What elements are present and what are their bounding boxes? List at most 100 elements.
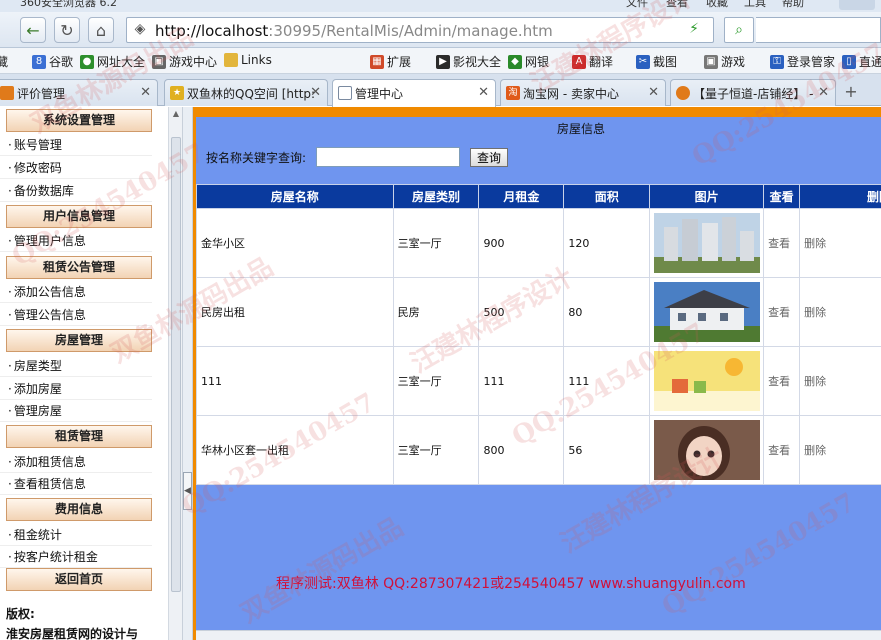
bookmark-favorites[interactable]: 藏: [0, 53, 8, 70]
sidebar-item-rent-statistics[interactable]: 租金统计: [0, 524, 152, 546]
tab-liangzi-hengdao[interactable]: 【量子恒道-店铺经】 - ✕: [670, 79, 836, 106]
query-button[interactable]: 查询: [470, 147, 509, 167]
view-link[interactable]: 查看: [763, 277, 801, 347]
cell-image: [649, 415, 765, 485]
sidebar-item-manage-users[interactable]: 管理用户信息: [0, 230, 152, 252]
orange-top-border: [196, 107, 881, 117]
cell-type: 三室一厅: [392, 208, 480, 278]
bookmark-games[interactable]: ▣ 游戏: [704, 53, 745, 70]
sidebar-item-view-rentals[interactable]: 查看租赁信息: [0, 473, 152, 495]
bookmark-bank[interactable]: ◆ 网银: [508, 53, 549, 70]
copyright-label: 版权:: [6, 607, 35, 621]
scissors-icon: ✂: [636, 54, 650, 69]
section-house-management[interactable]: 房屋管理: [6, 329, 152, 352]
sidebar-item-manage-notices[interactable]: 管理公告信息: [0, 304, 152, 326]
table-row: 华林小区套一出租 三室一厅 800 56 查看 删除: [196, 415, 881, 485]
section-system-settings[interactable]: 系统设置管理: [6, 109, 152, 132]
search-engine-button[interactable]: ⌕: [724, 17, 754, 43]
sidebar-item-backup-database[interactable]: 备份数据库: [0, 180, 152, 202]
cartoon-photo: [654, 351, 761, 411]
address-bar[interactable]: ◈ http://localhost:30995/RentalMis/Admin…: [126, 17, 714, 43]
frame-splitter[interactable]: ◀: [182, 107, 193, 640]
sidebar-item-house-types[interactable]: 房屋类型: [0, 355, 152, 377]
bookmark-links[interactable]: Links: [224, 53, 272, 67]
refresh-button[interactable]: ↻: [54, 17, 80, 43]
home-button[interactable]: ⌂: [88, 17, 114, 43]
new-tab-button[interactable]: +: [840, 82, 862, 104]
tab-review-management[interactable]: 评价管理 ✕: [0, 79, 158, 106]
bookmark-screenshot[interactable]: ✂ 截图: [636, 53, 677, 70]
sidebar-item-accounts[interactable]: 账号管理: [0, 134, 152, 156]
section-return-home[interactable]: 返回首页: [6, 568, 152, 591]
bookmark-translate[interactable]: A 翻译: [572, 53, 613, 70]
menu-favorites[interactable]: 收藏: [706, 0, 728, 10]
close-icon[interactable]: ✕: [478, 85, 489, 100]
column-header-rent: 月租金: [478, 184, 565, 209]
collapse-arrow-icon[interactable]: ◀: [183, 472, 192, 510]
address-url[interactable]: http://localhost:30995/RentalMis/Admin/m…: [155, 22, 553, 40]
window-controls[interactable]: [839, 0, 875, 10]
sidebar-item-change-password[interactable]: 修改密码: [0, 157, 152, 179]
bookmark-sites[interactable]: ● 网址大全: [80, 53, 145, 70]
close-icon[interactable]: ✕: [310, 85, 321, 100]
gamepad-icon: ▣: [704, 54, 718, 69]
menu-view[interactable]: 查看: [666, 0, 688, 10]
gamepad-icon: ▣: [152, 54, 166, 69]
sidebar-item-add-rental[interactable]: 添加租赁信息: [0, 451, 152, 473]
view-link[interactable]: 查看: [763, 208, 801, 278]
lightning-icon[interactable]: ⚡: [689, 21, 699, 37]
bookmark-google[interactable]: 8 谷歌: [32, 53, 73, 70]
delete-link[interactable]: 删除: [799, 346, 881, 416]
close-icon[interactable]: ✕: [648, 85, 659, 100]
tab-admin-center[interactable]: 管理中心 ✕: [332, 79, 496, 107]
back-button[interactable]: ←: [20, 17, 46, 43]
close-icon[interactable]: ✕: [818, 85, 829, 100]
bookmark-login-manager[interactable]: ⚿ 登录管家: [770, 53, 835, 70]
menu-help[interactable]: 帮助: [782, 0, 804, 10]
sidebar-item-rent-by-customer[interactable]: 按客户统计租金: [0, 546, 152, 568]
phone-icon: ▯: [842, 54, 856, 69]
column-header-type: 房屋类别: [392, 184, 480, 209]
table-row: 111 三室一厅 111 111 查看 删除: [196, 346, 881, 416]
bookmark-game-center[interactable]: ▣ 游戏中心: [152, 53, 217, 70]
column-header-view: 查看: [763, 184, 801, 209]
menu-tools[interactable]: 工具: [744, 0, 766, 10]
sidebar-item-add-house[interactable]: 添加房屋: [0, 378, 152, 400]
section-rental-management[interactable]: 租赁管理: [6, 425, 152, 448]
tab-qq-space[interactable]: ★ 双鱼林的QQ空间 [http: ✕: [164, 79, 328, 106]
horizontal-scrollbar[interactable]: [196, 630, 881, 640]
sidebar-item-manage-houses[interactable]: 管理房屋: [0, 400, 152, 422]
view-link[interactable]: 查看: [763, 415, 801, 485]
scroll-up-icon[interactable]: ▲: [171, 109, 181, 119]
delete-link[interactable]: 删除: [799, 415, 881, 485]
view-link[interactable]: 查看: [763, 346, 801, 416]
delete-link[interactable]: 删除: [799, 277, 881, 347]
cell-type: 三室一厅: [392, 346, 480, 416]
test-info-footer: 程序测试:双鱼林 QQ:287307421或254540457 www.shua…: [276, 576, 746, 592]
bookmark-video[interactable]: ▶ 影视大全: [436, 53, 501, 70]
section-rental-notices[interactable]: 租赁公告管理: [6, 256, 152, 279]
tab-taobao-seller[interactable]: 淘 淘宝网 - 卖家中心 ✕: [500, 79, 666, 106]
cell-type: 民房: [392, 277, 480, 347]
section-user-info[interactable]: 用户信息管理: [6, 205, 152, 228]
page-title: 房屋信息: [556, 122, 605, 136]
bookmark-direct[interactable]: ▯ 直通: [842, 53, 881, 70]
cell-rent: 500: [478, 277, 565, 347]
sidebar-scrollbar[interactable]: ▲: [168, 107, 182, 640]
google-icon: 8: [32, 54, 46, 69]
admin-sidebar: 系统设置管理 账号管理 修改密码 备份数据库 用户信息管理 管理用户信息 租赁公…: [0, 107, 168, 640]
browser-search-input[interactable]: [756, 17, 881, 43]
firefox-icon: [676, 86, 690, 100]
column-header-name: 房屋名称: [196, 184, 394, 209]
bookmark-extensions[interactable]: ▦ 扩展: [370, 53, 411, 70]
keyword-search-input[interactable]: [316, 147, 461, 167]
search-row: 按名称关键字查询: 查询: [206, 147, 509, 167]
cell-image: [649, 346, 765, 416]
plus-icon: +: [844, 82, 858, 101]
section-fees[interactable]: 费用信息: [6, 498, 152, 521]
sidebar-item-add-notice[interactable]: 添加公告信息: [0, 281, 152, 303]
close-icon[interactable]: ✕: [140, 85, 151, 100]
menu-file[interactable]: 文件: [626, 0, 648, 10]
scrollbar-thumb[interactable]: [171, 137, 181, 592]
delete-link[interactable]: 删除: [799, 208, 881, 278]
